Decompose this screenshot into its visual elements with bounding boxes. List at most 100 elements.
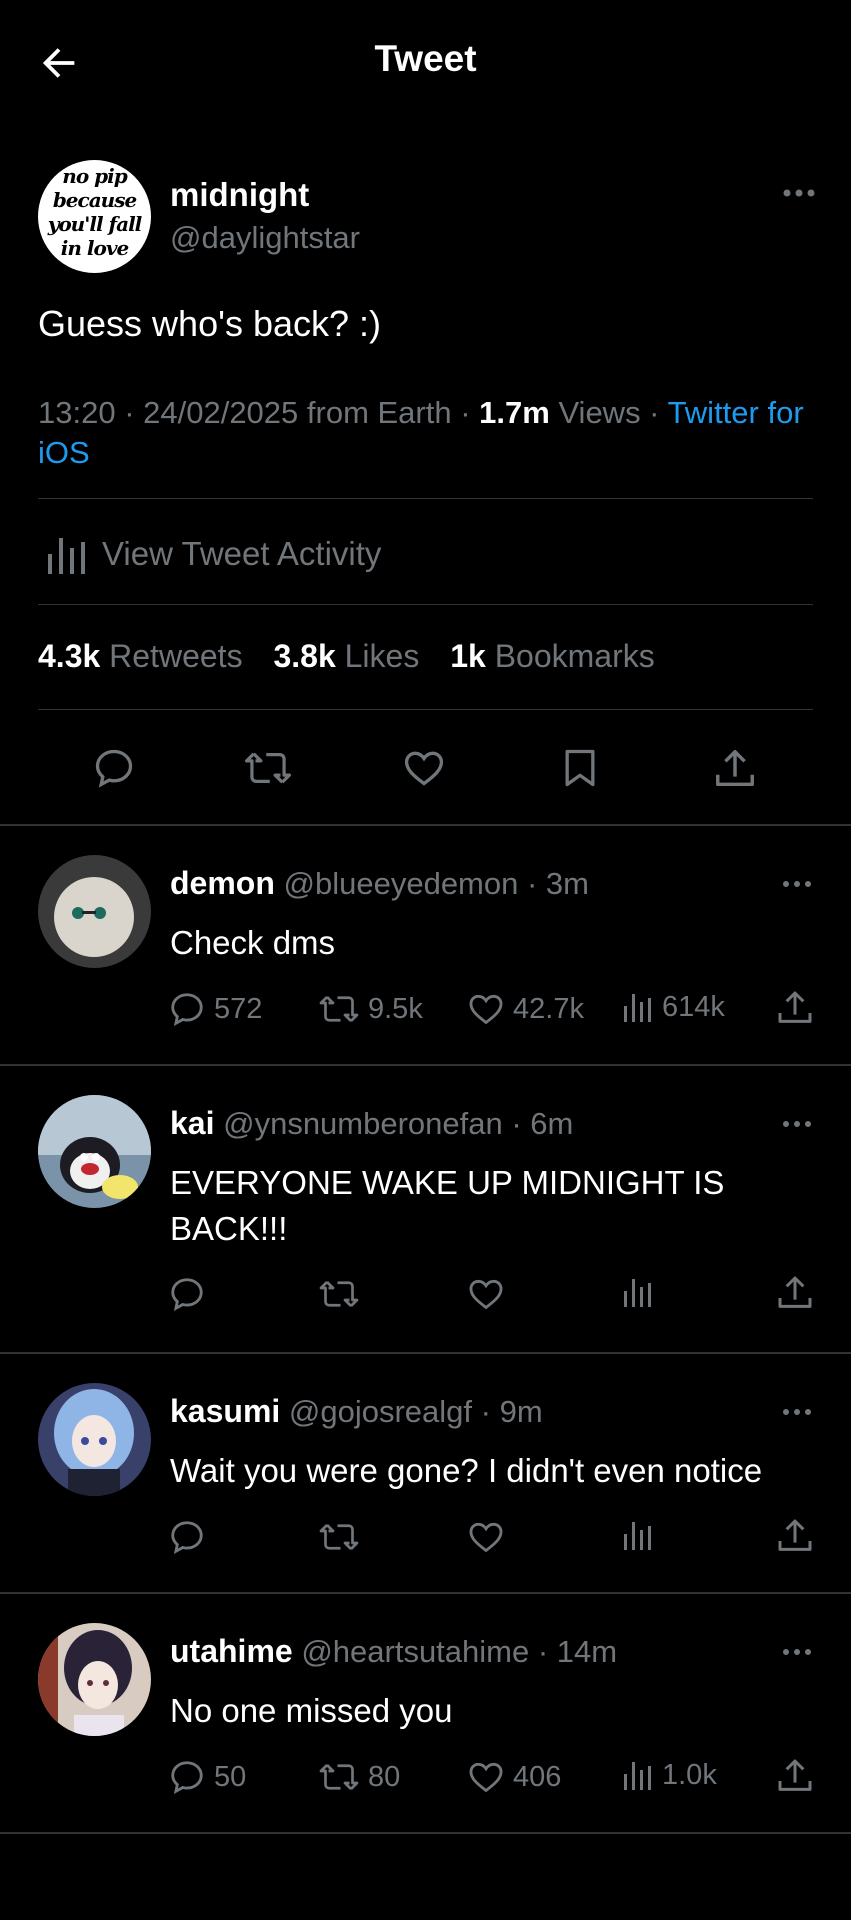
bookmarks-count: 1k	[450, 638, 486, 674]
divider	[0, 824, 851, 826]
reply-author-handle[interactable]: @blueeyedemon · 3m	[284, 866, 589, 901]
views-button[interactable]	[622, 1518, 662, 1552]
reply-icon	[168, 1758, 206, 1796]
avatar-logo-text: no pip because you'll fall in love	[47, 164, 143, 260]
share-icon	[775, 1756, 815, 1796]
retweet-button[interactable]	[318, 1518, 368, 1556]
analytics-icon	[622, 1275, 654, 1309]
reply-author-handle[interactable]: @ynsnumberonefan · 6m	[223, 1106, 573, 1141]
author-handle[interactable]: @daylightstar	[170, 220, 360, 256]
likes-count: 3.8k	[273, 638, 336, 674]
avatar[interactable]	[38, 855, 151, 968]
retweet-count: 9.5k	[368, 992, 423, 1025]
activity-label: View Tweet Activity	[102, 535, 382, 572]
reply-author-handle[interactable]: @heartsutahime · 14m	[301, 1634, 617, 1669]
reply-text: No one missed you	[170, 1692, 453, 1729]
retweet-count: 80	[368, 1760, 401, 1793]
retweets-stat[interactable]: 4.3k Retweets	[38, 638, 243, 674]
retweet-icon[interactable]	[243, 746, 293, 790]
more-options-icon[interactable]	[782, 880, 812, 888]
reply-author-name[interactable]: kai	[170, 1105, 214, 1141]
avatar[interactable]: no pip because you'll fall in love	[38, 160, 151, 273]
reply-author-name[interactable]: kasumi	[170, 1393, 280, 1429]
views-button[interactable]	[622, 1275, 662, 1309]
reply-button[interactable]	[168, 1275, 214, 1313]
share-icon[interactable]	[712, 746, 758, 792]
divider	[38, 604, 813, 605]
like-button[interactable]	[467, 1518, 513, 1556]
views-count: 614k	[662, 990, 725, 1023]
share-button[interactable]	[775, 1273, 815, 1313]
likes-stat[interactable]: 3.8k Likes	[273, 638, 419, 674]
bookmarks-label: Bookmarks	[494, 638, 655, 674]
author-name[interactable]: midnight	[170, 176, 309, 214]
reply-button[interactable]: 50	[168, 1758, 246, 1796]
reply-header: demon @blueeyedemon · 3m	[170, 865, 589, 902]
top-bar: Tweet	[0, 0, 851, 125]
reply-count: 50	[214, 1760, 247, 1793]
share-icon	[775, 1516, 815, 1556]
views-count: 1.7m	[479, 395, 550, 430]
divider	[0, 1064, 851, 1066]
reply-text: EVERYONE WAKE UP MIDNIGHT IS BACK!!!	[170, 1164, 725, 1247]
share-button[interactable]	[775, 988, 815, 1028]
like-count: 406	[513, 1760, 562, 1793]
views-count: 1.0k	[662, 1758, 717, 1791]
views-button[interactable]: 1.0k	[622, 1758, 717, 1792]
reply-author-name[interactable]: utahime	[170, 1633, 293, 1669]
views-label: Views ·	[549, 395, 668, 430]
avatar[interactable]	[38, 1383, 151, 1496]
like-icon	[467, 1518, 505, 1556]
reply-button[interactable]	[168, 1518, 214, 1556]
divider	[38, 709, 813, 710]
likes-label: Likes	[344, 638, 420, 674]
reply-author-name[interactable]: demon	[170, 865, 275, 901]
share-icon	[775, 988, 815, 1028]
reply-button[interactable]: 572	[168, 990, 262, 1028]
like-button[interactable]	[467, 1275, 513, 1313]
share-icon	[775, 1273, 815, 1313]
reply-header: kai @ynsnumberonefan · 6m	[170, 1105, 573, 1142]
avatar[interactable]	[38, 1623, 151, 1736]
reply-header: kasumi @gojosrealgf · 9m	[170, 1393, 543, 1430]
divider	[0, 1592, 851, 1594]
like-button[interactable]: 406	[467, 1758, 561, 1796]
reply-icon	[168, 1518, 206, 1556]
more-options-icon[interactable]	[782, 1648, 812, 1656]
retweet-icon	[318, 1275, 360, 1313]
like-icon	[467, 990, 505, 1028]
like-icon	[467, 1275, 505, 1313]
retweet-icon	[318, 1758, 360, 1796]
like-icon[interactable]	[401, 746, 447, 790]
reply-icon[interactable]	[92, 746, 136, 790]
retweet-icon	[318, 990, 360, 1028]
bookmarks-stat[interactable]: 1k Bookmarks	[450, 638, 655, 674]
like-icon	[467, 1758, 505, 1796]
analytics-icon	[622, 1518, 654, 1552]
share-button[interactable]	[775, 1516, 815, 1556]
divider	[38, 498, 813, 499]
like-button[interactable]: 42.7k	[467, 990, 584, 1028]
more-options-icon[interactable]	[782, 1120, 812, 1128]
tweet-meta: 13:20 · 24/02/2025 from Earth · 1.7m Vie…	[38, 393, 818, 473]
like-count: 42.7k	[513, 992, 584, 1025]
page-title: Tweet	[374, 38, 477, 79]
share-button[interactable]	[775, 1756, 815, 1796]
engagement-stats: 4.3k Retweets 3.8k Likes 1k Bookmarks	[38, 638, 655, 675]
analytics-icon	[622, 1758, 654, 1792]
reply-icon	[168, 990, 206, 1028]
bookmark-icon[interactable]	[558, 746, 602, 790]
retweet-button[interactable]	[318, 1275, 368, 1313]
more-options-icon[interactable]	[782, 1408, 812, 1416]
reply-text: Wait you were gone? I didn't even notice	[170, 1452, 763, 1489]
reply-text: Check dms	[170, 924, 336, 961]
analytics-icon	[622, 990, 654, 1024]
more-options-icon[interactable]	[782, 188, 816, 198]
retweet-button[interactable]: 80	[318, 1758, 400, 1796]
avatar[interactable]	[38, 1095, 151, 1208]
views-button[interactable]: 614k	[622, 990, 725, 1024]
retweets-count: 4.3k	[38, 638, 101, 674]
view-tweet-activity-button[interactable]: View Tweet Activity	[46, 530, 381, 578]
retweet-button[interactable]: 9.5k	[318, 990, 423, 1028]
reply-author-handle[interactable]: @gojosrealgf · 9m	[289, 1394, 543, 1429]
